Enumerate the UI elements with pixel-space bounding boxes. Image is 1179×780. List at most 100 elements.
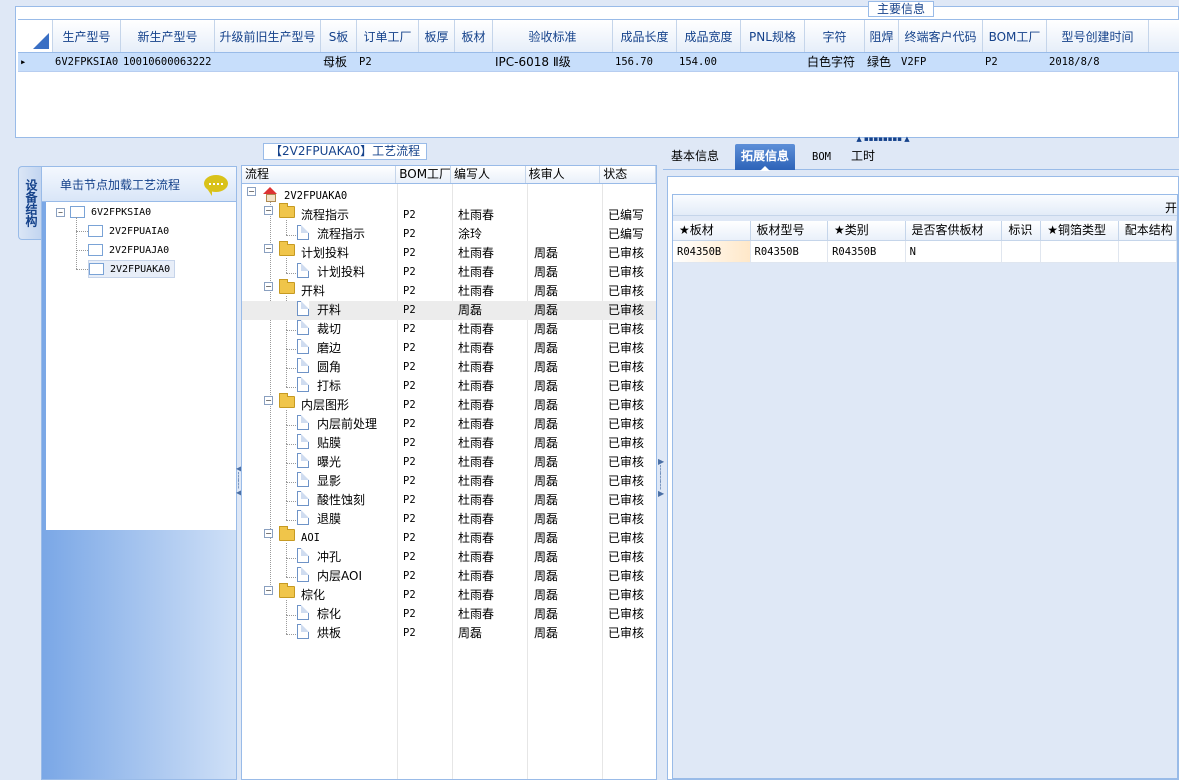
grid-cell[interactable]: IPC-6018 Ⅱ级 [493,53,613,71]
process-row[interactable]: 打标 P2 杜雨春 周磊 已审核 [242,377,656,396]
main-info-legend: 主要信息 [868,1,935,17]
main-grid-row[interactable]: ▸ 6V2FPKSIA0 10010600063222 母板 P2 IPC-6018 Ⅱ级… [18,53,1179,72]
grid-cell[interactable]: R04350B [673,241,751,262]
grid-cell[interactable]: 10010600063222 [121,53,215,71]
tree-node-child[interactable]: 2V2FPUAIA0 [88,222,169,240]
tree-node-child[interactable]: 2V2FPUAKA0 [88,260,176,278]
grid-cell[interactable]: 白色字符 [805,53,865,71]
column-header[interactable]: PNL规格 [741,20,805,52]
grid-cell[interactable]: 156.70 [613,53,677,71]
collapse-icon[interactable]: − [264,586,273,595]
side-tab-device-structure[interactable]: 设备结构 [18,166,42,240]
column-header[interactable]: 生产型号 [53,20,121,52]
process-row[interactable]: − 2V2FPUAKA0 [242,187,656,206]
collapse-icon[interactable]: − [264,529,273,538]
process-row[interactable]: 裁切 P2 杜雨春 周磊 已审核 [242,320,656,339]
process-row[interactable]: 退膜 P2 杜雨春 周磊 已审核 [242,510,656,529]
process-row[interactable]: 烘板 P2 周磊 周磊 已审核 [242,624,656,643]
process-row[interactable]: 酸性蚀刻 P2 杜雨春 周磊 已审核 [242,491,656,510]
process-row[interactable]: − 流程指示 P2 杜雨春 已编写 [242,203,656,225]
collapse-icon[interactable]: − [264,282,273,291]
process-row[interactable]: 计划投料 P2 杜雨春 周磊 已审核 [242,263,656,282]
grid-cell[interactable]: 6V2FPKSIA0 [53,53,121,71]
grid-cell[interactable]: N [906,241,1003,262]
column-header[interactable]: S板 [321,20,357,52]
process-row[interactable]: 流程指示 P2 涂玲 已编写 [242,225,656,244]
process-row[interactable]: − 内层图形 P2 杜雨春 周磊 已审核 [242,393,656,415]
grid-cell[interactable] [1002,241,1042,262]
column-header[interactable]: 板厚 [419,20,455,52]
grid-cell[interactable]: R04350B [828,241,906,262]
tab-2[interactable]: BOM [806,144,837,170]
collapse-icon[interactable]: − [264,206,273,215]
tree-node-root[interactable]: − 6V2FPKSIA0 [56,203,151,221]
column-header[interactable]: 新生产型号 [121,20,215,52]
middle-splitter-handle[interactable]: ▶ ┆ ┆ ┆ ▶ [658,458,664,498]
column-header[interactable]: 编写人 [451,166,526,183]
column-header[interactable]: 状态 [600,166,656,183]
column-header[interactable]: 是否客供板材 [906,221,1003,240]
process-row[interactable]: 曝光 P2 杜雨春 周磊 已审核 [242,453,656,472]
grid-corner[interactable] [18,20,53,52]
tab-3[interactable]: 工时 [845,144,881,170]
column-header[interactable]: 阻焊 [865,20,899,52]
column-header[interactable]: 订单工厂 [357,20,419,52]
process-row[interactable]: 内层前处理 P2 杜雨春 周磊 已审核 [242,415,656,434]
grid-cell[interactable] [455,53,493,71]
grid-cell[interactable] [1041,241,1119,262]
grid-cell[interactable]: 2018/8/8 [1047,53,1149,71]
grid-cell[interactable]: P2 [357,53,419,71]
collapse-icon[interactable]: − [264,244,273,253]
tab-0[interactable]: 基本信息 [665,144,725,170]
process-row[interactable]: 开料 P2 周磊 周磊 已审核 [242,301,656,320]
process-row[interactable]: 棕化 P2 杜雨春 周磊 已审核 [242,605,656,624]
grid-cell[interactable]: R04350B [751,241,829,262]
splitter-grip[interactable]: ▲ ▪▪▪▪▪▪▪▪ ▲ [850,136,916,143]
grid-cell[interactable]: 154.00 [677,53,741,71]
ext-grid-row[interactable]: R04350B R04350B R04350B N [673,241,1178,263]
process-row[interactable]: 贴膜 P2 杜雨春 周磊 已审核 [242,434,656,453]
grid-cell[interactable] [215,53,321,71]
process-row[interactable]: − 计划投料 P2 杜雨春 周磊 已审核 [242,241,656,263]
grid-cell[interactable]: 绿色 [865,53,899,71]
collapse-icon[interactable]: − [264,396,273,405]
process-legend: 【2V2FPUAKA0】工艺流程 [263,143,428,160]
column-header[interactable]: 升级前旧生产型号 [215,20,321,52]
column-header[interactable]: 配本结构 [1119,221,1177,240]
grid-cell[interactable]: V2FP [899,53,983,71]
column-header[interactable]: 验收标准 [493,20,613,52]
column-header[interactable]: 成品宽度 [677,20,741,52]
column-header[interactable]: ★铜箔类型 [1041,221,1119,240]
column-header[interactable]: 字符 [805,20,865,52]
process-row[interactable]: 磨边 P2 杜雨春 周磊 已审核 [242,339,656,358]
column-header[interactable]: 标识 [1002,221,1042,240]
column-header[interactable]: 核审人 [526,166,601,183]
column-header[interactable]: BOM工厂 [396,166,451,183]
column-header[interactable]: 型号创建时间 [1047,20,1149,52]
grid-cell[interactable] [419,53,455,71]
grid-cell[interactable] [1119,241,1178,262]
collapse-icon[interactable]: − [56,207,65,217]
tab-1[interactable]: 拓展信息 [735,144,796,171]
column-header[interactable]: ★类别 [828,221,906,240]
column-header[interactable]: 板材型号 [751,221,829,240]
column-header[interactable]: 终端客户代码 [899,20,983,52]
process-row[interactable]: 圆角 P2 杜雨春 周磊 已审核 [242,358,656,377]
grid-cell[interactable]: 母板 [321,53,357,71]
tree-node-child[interactable]: 2V2FPUAJA0 [88,241,169,259]
document-icon [297,301,309,316]
column-header[interactable]: 流程 [242,166,397,183]
process-row[interactable]: 冲孔 P2 杜雨春 周磊 已审核 [242,548,656,567]
process-row[interactable]: 内层AOI P2 杜雨春 周磊 已审核 [242,567,656,586]
process-row[interactable]: − AOI P2 杜雨春 周磊 已审核 [242,526,656,548]
grid-cell[interactable] [741,53,805,71]
column-header[interactable]: BOM工厂 [983,20,1047,52]
column-header[interactable]: 板材 [455,20,493,52]
grid-cell[interactable]: P2 [983,53,1047,71]
column-header[interactable]: 成品长度 [613,20,677,52]
collapse-icon[interactable]: − [247,187,256,196]
process-row[interactable]: − 开料 P2 杜雨春 周磊 已审核 [242,279,656,301]
column-header[interactable]: ★板材 [673,221,751,240]
process-row[interactable]: − 棕化 P2 杜雨春 周磊 已审核 [242,583,656,605]
process-row[interactable]: 显影 P2 杜雨春 周磊 已审核 [242,472,656,491]
